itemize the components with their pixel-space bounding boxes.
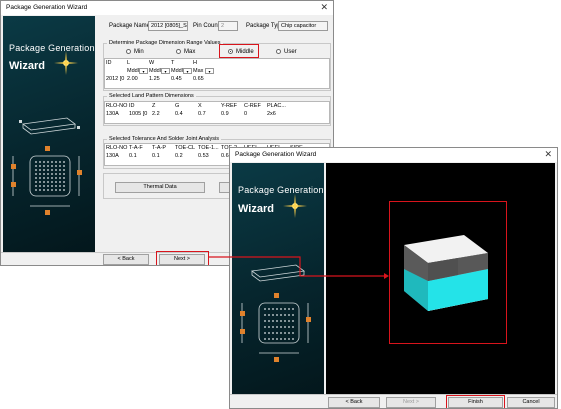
range-subheader-row: Mddl ▾ Mddl ▾ Mddl ▾ Max ▾ [105,67,329,75]
table-row[interactable]: 130A 1005 [0 2.2 0.4 0.7 0.9 0 2x6 [105,110,329,118]
sparkle-icon [283,194,307,218]
land-pattern-table: RLO-NO ID Z G X Y-REF C-REF PLAC... 130A… [104,101,330,124]
col-id: ID [106,60,112,66]
range-table: ID L W T H Mddl ▾ Mddl ▾ Mddl ▾ Max ▾ 2012 [… [104,58,330,89]
package-type-field[interactable]: Chip capacitor [278,21,328,31]
col-taf: T-A-F [129,145,143,151]
cell-taf: 0.1 [129,153,137,159]
close-icon[interactable]: ✕ [544,149,552,160]
wizard-heading: Package Generation [9,43,95,53]
col-toe1: TOE-1... [198,145,219,151]
col-h: H [193,60,197,66]
wizard-subheading: Wizard [238,203,274,215]
cell-cref: 0 [244,111,248,117]
package-name-field[interactable]: 2012 [0805]_SS [148,21,188,31]
cell-t: 0.45 [171,76,182,82]
cell-l: 2.00 [127,76,138,82]
cell-toe1: 0.53 [198,153,209,159]
cell-toecl: 0.2 [175,153,183,159]
col-x: X [198,103,202,109]
close-icon[interactable]: ✕ [320,2,328,13]
sub-t[interactable]: Mddl [171,67,183,75]
cell-h: 0.65 [193,76,204,82]
wizard-heading: Package Generation [238,185,324,195]
middle-highlight-box [219,44,259,58]
col-z: Z [152,103,156,109]
sub-l[interactable]: Mddl [127,67,139,75]
cell-x: 0.7 [198,111,206,117]
window-title: Package Generation Wizard [6,4,88,11]
cell-yref: 0.9 [221,111,229,117]
pin-count-label: Pin Count [193,23,220,29]
col-cref: C-REF [244,103,261,109]
max-radio[interactable] [176,49,181,54]
package-name-label: Package Name [109,23,151,29]
max-radio-label: Max [184,49,196,55]
front-wizard-window: Package Generation Wizard ✕ Package Gene… [229,147,558,409]
back-button[interactable]: < Back [328,397,380,408]
chip-capacitor-3d-model [404,235,488,311]
cell-z: 2.2 [152,111,160,117]
cell-plac: 2x6 [267,111,276,117]
cell-id: 1005 [0 [129,111,148,117]
col-plac: PLAC... [267,103,286,109]
package-illustration [11,117,82,215]
col-w: W [149,60,155,66]
sparkle-icon [54,51,78,75]
land-header-row: RLO-NO ID Z G X Y-REF C-REF PLAC... [105,102,329,110]
cell-rlo: 130A [106,111,119,117]
window-title: Package Generation Wizard [235,151,317,158]
cell-rlo: 130A [106,153,119,159]
back-button[interactable]: < Back [103,254,149,265]
user-radio-label: User [284,49,297,55]
min-radio-label: Min [134,49,144,55]
table-row[interactable]: 2012 [0 2.00 1.25 0.45 0.65 [105,75,329,83]
col-id: ID [129,103,135,109]
wizard-side-panel: Package Generation Wizard [232,163,324,394]
finish-highlight-box [446,395,505,408]
wizard-subheading: Wizard [9,60,45,72]
col-tap: T-A-P [152,145,167,151]
package-illustration [240,264,311,362]
range-header-row: ID L W T H [105,59,329,67]
dimension-range-title: Determine Package Dimension Range Values [107,40,223,46]
col-rlo: RLO-NO [106,103,128,109]
title-bar: Package Generation Wizard ✕ [1,1,333,15]
cell-w: 1.25 [149,76,160,82]
cell-tap: 0.1 [152,153,160,159]
cell-id: 2012 [0 [106,76,125,82]
cancel-button[interactable]: Cancel [507,397,555,408]
pin-count-field[interactable]: 2 [218,21,238,31]
land-pattern-title: Selected Land Pattern Dimensions [107,93,196,99]
dropdown-icon[interactable]: ▾ [205,68,214,74]
col-l: L [127,60,131,66]
col-t: T [171,60,175,66]
col-toecl: TOE-CL [175,145,196,151]
3d-preview-area[interactable] [326,163,555,394]
next-button: Next > [386,397,436,408]
sub-w[interactable]: Mddl [149,67,161,75]
cell-g: 0.4 [175,111,183,117]
sub-h[interactable]: Max [193,67,205,75]
min-radio[interactable] [126,49,131,54]
col-g: G [175,103,180,109]
dropdown-icon[interactable]: ▾ [139,68,148,74]
user-radio[interactable] [276,49,281,54]
wizard-side-panel: Package Generation Wizard [3,16,95,252]
tolerance-title: Selected Tolerance And Solder Joint Anal… [107,136,221,142]
dropdown-icon[interactable]: ▾ [183,68,192,74]
next-highlight-box [156,251,209,265]
dropdown-icon[interactable]: ▾ [161,68,170,74]
col-rlo: RLO-NO [106,145,128,151]
title-bar: Package Generation Wizard ✕ [230,148,557,162]
col-yref: Y-REF [221,103,237,109]
thermal-data-button[interactable]: Thermal Data [115,182,205,193]
bottom-divider [230,394,557,395]
